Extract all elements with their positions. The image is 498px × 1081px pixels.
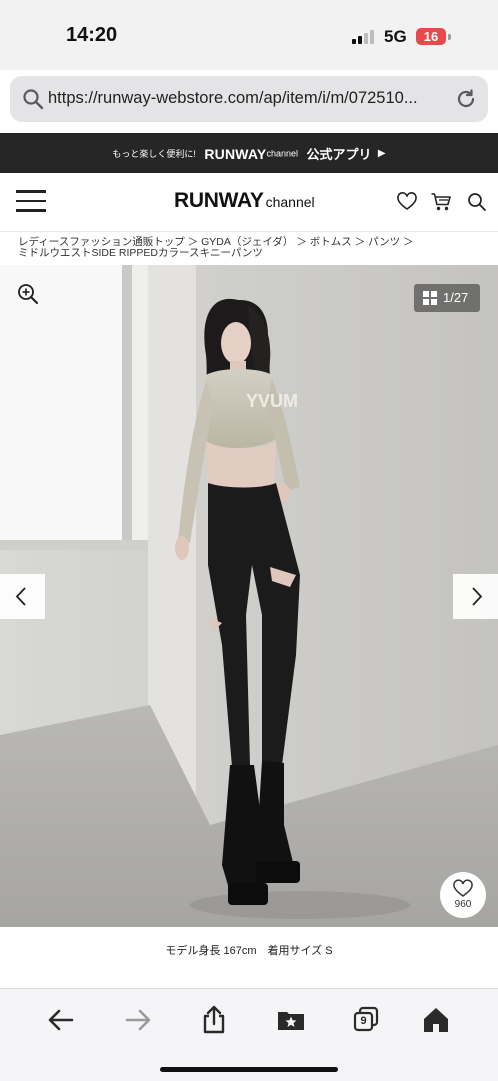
app-promo-banner[interactable]: もっと楽しく便利に! RUNWAYchannel 公式アプリ ▶ <box>0 133 498 173</box>
hamburger-menu-icon[interactable] <box>16 190 46 214</box>
logo-sub: channel <box>265 194 315 210</box>
favorite-button[interactable]: 960 <box>440 872 486 918</box>
battery-icon: 16 <box>416 28 446 45</box>
search-icon <box>23 89 44 110</box>
cart-icon[interactable] <box>430 191 452 213</box>
site-header: RUNWAY channel <box>0 173 498 232</box>
back-arrow-icon[interactable] <box>46 1005 76 1035</box>
promo-lead: もっと楽しく便利に! <box>112 149 196 159</box>
next-image-button[interactable] <box>453 574 498 619</box>
sweater-print: YVUM <box>246 391 298 411</box>
heart-icon <box>453 879 473 897</box>
home-indicator <box>160 1067 338 1072</box>
model-size-caption: モデル身長 167cm 着用サイズ S <box>165 945 333 957</box>
chevron-right-icon <box>472 587 483 606</box>
bookmarks-icon[interactable] <box>276 1005 306 1035</box>
image-counter-text: 1/27 <box>443 290 469 305</box>
site-logo[interactable]: RUNWAY channel <box>174 189 315 213</box>
model-photo: YVUM <box>0 265 498 927</box>
tabs-button[interactable]: 9 <box>351 1005 381 1035</box>
tabs-count: 9 <box>360 1015 367 1027</box>
zoom-in-icon[interactable] <box>16 282 40 306</box>
status-time: 14:20 <box>66 24 118 46</box>
grid-icon <box>423 291 437 305</box>
home-icon[interactable] <box>421 1005 451 1035</box>
prev-image-button[interactable] <box>0 574 45 619</box>
search-icon[interactable] <box>466 191 488 213</box>
browser-toolbar: 9 <box>0 988 498 1081</box>
promo-brand-sub: channel <box>266 148 298 159</box>
reload-icon[interactable] <box>454 87 478 111</box>
address-bar[interactable]: https://runway-webstore.com/ap/item/i/m/… <box>10 76 488 122</box>
status-bar: 14:20 5G 16 <box>0 0 498 70</box>
chevron-left-icon <box>15 587 26 606</box>
image-counter[interactable]: 1/27 <box>414 284 480 312</box>
battery-cap <box>448 34 451 40</box>
favorite-count: 960 <box>454 899 472 910</box>
promo-app-label: 公式アプリ <box>306 147 372 162</box>
promo-brand: RUNWAY <box>204 145 267 162</box>
breadcrumb-line-2: ミドルウエストSIDE RIPPEDカラースキニーパンツ <box>18 247 263 259</box>
share-icon[interactable] <box>199 1005 229 1035</box>
heart-icon[interactable] <box>396 191 418 213</box>
forward-arrow-icon[interactable] <box>123 1005 153 1035</box>
network-label: 5G <box>384 27 407 46</box>
breadcrumb[interactable]: レディースファッション通販トップ ＞ GYDA（ジェイダ） ＞ ボトムス ＞ パ… <box>18 237 488 259</box>
signal-icon <box>352 30 376 44</box>
product-image[interactable]: YVUM 1/27 960 <box>0 265 498 927</box>
url-text[interactable]: https://runway-webstore.com/ap/item/i/m/… <box>48 89 454 108</box>
logo-main: RUNWAY <box>174 189 264 212</box>
promo-arrow-icon: ▶ <box>377 148 386 159</box>
